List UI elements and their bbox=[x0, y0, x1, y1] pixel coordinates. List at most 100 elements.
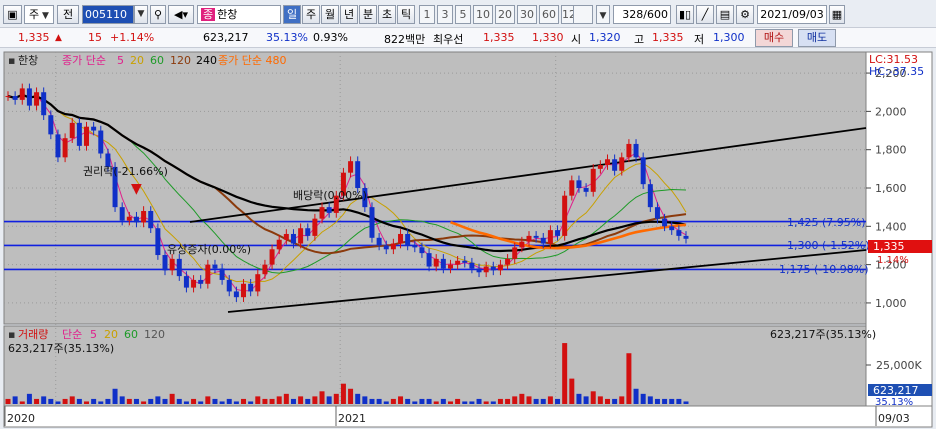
volume-bar-17 bbox=[126, 398, 132, 404]
tab-1[interactable]: 주 bbox=[302, 5, 320, 24]
volume-bar-36 bbox=[262, 398, 268, 404]
volume-ma120: 120 bbox=[144, 328, 165, 341]
volume-bar-55 bbox=[398, 396, 404, 404]
volume-bar-60 bbox=[433, 401, 439, 404]
candle-body-78 bbox=[562, 195, 568, 236]
sell-button[interactable]: 매도 bbox=[798, 29, 836, 47]
volume-bar-22 bbox=[162, 398, 168, 404]
volume-bar-7 bbox=[55, 401, 61, 404]
volume-bar-58 bbox=[419, 398, 425, 404]
best-bid: 1,330 bbox=[532, 31, 564, 44]
volume-ma-label: 단순 bbox=[62, 328, 82, 341]
candle-body-16 bbox=[119, 207, 125, 221]
volume-current: 623,217주(35.13%) bbox=[8, 342, 114, 355]
save-icon[interactable]: ▤ bbox=[716, 5, 734, 24]
volume-bar-63 bbox=[455, 398, 461, 404]
settings-icon[interactable]: ⚙ bbox=[736, 5, 754, 24]
speaker-icon[interactable]: ◀▾ bbox=[168, 5, 194, 24]
candle-body-88 bbox=[633, 143, 639, 158]
interval-3[interactable]: 3 bbox=[437, 5, 453, 24]
volume-ma60: 60 bbox=[124, 328, 138, 341]
volume-bar-47 bbox=[340, 383, 346, 404]
candle-icon[interactable]: ▮▯ bbox=[676, 5, 694, 24]
tab-4[interactable]: 분 bbox=[359, 5, 377, 24]
volume-bar-84 bbox=[604, 398, 610, 404]
stock-code-input[interactable]: 005110 bbox=[82, 5, 134, 24]
chart-area[interactable]: 2,200 2,000 1,800 1,600 1,400 1,200 1,000 2020… bbox=[0, 48, 936, 429]
bar-count-total: /600 bbox=[643, 8, 668, 21]
y-tick-1800: 1,800 bbox=[875, 144, 907, 157]
bar-count-field[interactable]: 328/600 bbox=[613, 5, 671, 24]
candle-body-9 bbox=[69, 122, 75, 139]
volume-tag-value: 623,217 bbox=[873, 384, 919, 397]
tab-5[interactable]: 초 bbox=[378, 5, 396, 24]
candle-body-55 bbox=[398, 233, 404, 244]
candle-body-11 bbox=[84, 126, 90, 146]
candle-body-3 bbox=[26, 88, 32, 106]
volume-bar-71 bbox=[512, 396, 518, 404]
volume-bar-43 bbox=[312, 396, 318, 404]
candle-body-32 bbox=[233, 291, 239, 298]
stock-name-field[interactable]: 종 한창 bbox=[197, 5, 281, 24]
candle-body-42 bbox=[305, 228, 311, 236]
interval-30[interactable]: 30 bbox=[517, 5, 537, 24]
candle-body-30 bbox=[219, 268, 225, 280]
candle-body-91 bbox=[654, 207, 660, 219]
volume-bar-78 bbox=[562, 343, 568, 404]
search-icon[interactable]: ⚲ bbox=[150, 5, 166, 24]
volume-bar-82 bbox=[590, 391, 596, 404]
price-chart[interactable]: 2,2002,0001,8001,6001,4001,2001,000 2020… bbox=[0, 48, 936, 429]
buy-button[interactable]: 매수 bbox=[755, 29, 793, 47]
x-label-0: 2020 bbox=[7, 412, 35, 425]
volume-bar-42 bbox=[305, 398, 311, 404]
calendar-icon[interactable]: ▦ bbox=[829, 5, 845, 24]
interval-1[interactable]: 1 bbox=[419, 5, 435, 24]
volume-ratio: 35.13% bbox=[266, 31, 308, 44]
tab-6[interactable]: 틱 bbox=[397, 5, 415, 24]
volume-bar-45 bbox=[326, 396, 332, 404]
candle-body-31 bbox=[226, 279, 232, 292]
volume-bar-59 bbox=[426, 398, 432, 404]
interval-10[interactable]: 10 bbox=[473, 5, 493, 24]
window-toggle-icon[interactable]: ▣ bbox=[3, 5, 22, 24]
candle-body-86 bbox=[619, 157, 625, 171]
candle-body-0 bbox=[5, 96, 11, 98]
level-label-1425: 1,425 (7.95%) bbox=[787, 216, 866, 229]
volume-bar-13 bbox=[98, 401, 104, 404]
price-change: 15 bbox=[88, 31, 102, 44]
interval-60[interactable]: 60 bbox=[539, 5, 559, 24]
volume-bar-9 bbox=[69, 396, 75, 404]
code-dropdown-icon[interactable]: ▼ bbox=[134, 5, 148, 24]
candle-body-84 bbox=[604, 159, 610, 166]
volume-bar-66 bbox=[476, 398, 482, 404]
candle-body-82 bbox=[590, 168, 596, 192]
candle-body-20 bbox=[148, 210, 154, 229]
volume-bar-53 bbox=[383, 401, 389, 404]
volume-bar-89 bbox=[640, 393, 646, 404]
volume-bar-34 bbox=[248, 401, 254, 404]
candle-body-52 bbox=[376, 237, 382, 246]
candle-body-18 bbox=[133, 216, 139, 223]
volume-bar-4 bbox=[34, 398, 40, 404]
candle-body-71 bbox=[512, 247, 518, 259]
tab-2[interactable]: 월 bbox=[321, 5, 339, 24]
date-field[interactable]: 2021/09/03 bbox=[757, 5, 827, 24]
tab-0[interactable]: 일 bbox=[283, 5, 301, 24]
volume-bar-3 bbox=[26, 393, 32, 404]
volume-bar-62 bbox=[447, 401, 453, 404]
interval-dropdown-icon[interactable]: ▼ bbox=[596, 5, 610, 24]
draw-tool-icon[interactable]: ╱ bbox=[696, 5, 714, 24]
high-label: 고 bbox=[634, 33, 645, 46]
prev-button[interactable]: 전 bbox=[57, 5, 79, 24]
interval-blank[interactable] bbox=[573, 5, 593, 24]
volume-bar-16 bbox=[119, 396, 125, 404]
interval-5[interactable]: 5 bbox=[455, 5, 471, 24]
tab-3[interactable]: 년 bbox=[340, 5, 358, 24]
candle-body-25 bbox=[183, 276, 189, 288]
volume-tick-25000k: 25,000K bbox=[876, 359, 922, 372]
period-select[interactable]: 주 ▼ bbox=[24, 5, 54, 24]
interval-20[interactable]: 20 bbox=[495, 5, 515, 24]
candle-body-49 bbox=[355, 161, 361, 188]
low-label: 저 bbox=[694, 33, 705, 46]
legend-stock-name: 한창 bbox=[18, 54, 38, 67]
